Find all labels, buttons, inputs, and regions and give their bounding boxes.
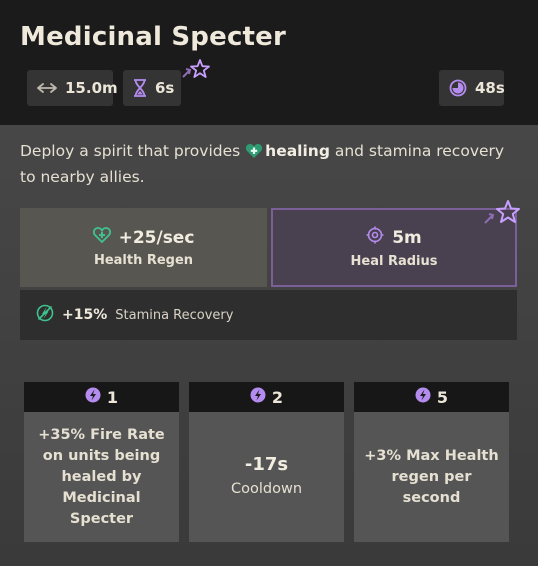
description-highlight: healing	[265, 142, 330, 160]
tier-5-header: 5	[354, 382, 509, 412]
tier-5-text: +3% Max Health regen per second	[364, 447, 499, 506]
duration-value: 6s	[155, 79, 175, 97]
range-arrows-icon	[37, 82, 57, 94]
tier-1-bold-text: +35% Fire Rate	[38, 426, 165, 443]
tier-2-header: 2	[189, 382, 344, 412]
heal-radius-label: Heal Radius	[350, 254, 438, 269]
tier-5-number: 5	[436, 387, 449, 407]
cooldown-value: 48s	[475, 79, 505, 97]
ability-description: Deploy a spirit that provides healing an…	[20, 140, 520, 189]
heal-radius-value: 5m	[392, 227, 422, 248]
heart-plus-icon	[92, 227, 111, 248]
tier-5-body: +3% Max Health regen per second	[354, 412, 509, 542]
ability-point-icon	[250, 387, 266, 407]
description-text: Deploy a spirit that provides	[20, 142, 246, 160]
ability-point-icon	[415, 387, 431, 407]
tier-2-body: -17s Cooldown	[189, 412, 344, 542]
duration-upgrade-star-icon	[180, 57, 212, 87]
cooldown-clock-icon	[449, 79, 467, 97]
heart-plus-icon	[245, 143, 263, 166]
health-regen-stat: +25/sec Health Regen	[20, 208, 267, 287]
upgrade-tier-1[interactable]: 1 +35% Fire Rate on units being healed b…	[24, 382, 179, 542]
cooldown-chip: 48s	[439, 70, 505, 106]
radius-upgrade-star-icon	[482, 198, 522, 232]
range-value: 15.0m	[65, 79, 118, 97]
stamina-value: +15%	[62, 307, 108, 323]
tier-2-label: Cooldown	[230, 481, 303, 497]
heal-radius-stat: 5m Heal Radius	[271, 208, 517, 287]
health-regen-value: +25/sec	[118, 227, 195, 248]
ability-point-icon	[85, 387, 101, 407]
range-chip: 15.0m	[27, 70, 118, 106]
upgrade-tier-5[interactable]: 5 +3% Max Health regen per second	[354, 382, 509, 542]
stamina-recovery-stat: +15% Stamina Recovery	[20, 290, 517, 340]
duration-chip: 6s	[123, 70, 181, 106]
tier-2-value: -17s	[244, 454, 289, 475]
stamina-label: Stamina Recovery	[115, 307, 234, 323]
upgrade-tier-2[interactable]: 2 -17s Cooldown	[189, 382, 344, 542]
tier-1-text: on units being healed by Medicinal Spect…	[42, 447, 161, 527]
tier-2-number: 2	[271, 387, 284, 407]
stamina-icon	[36, 304, 54, 326]
tier-1-header: 1	[24, 382, 179, 412]
hourglass-icon	[133, 79, 147, 97]
tier-1-number: 1	[106, 387, 119, 407]
ability-title: Medicinal Specter	[20, 22, 287, 52]
health-regen-label: Health Regen	[93, 253, 194, 268]
tier-1-body: +35% Fire Rate on units being healed by …	[24, 412, 179, 542]
target-icon	[366, 226, 384, 249]
ability-header	[0, 0, 538, 125]
